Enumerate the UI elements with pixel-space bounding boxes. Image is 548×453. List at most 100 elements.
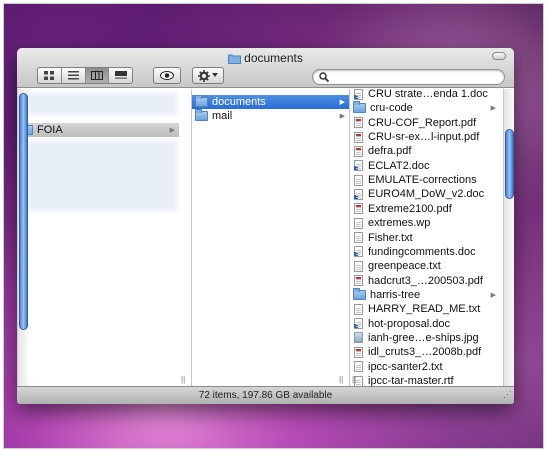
list-item[interactable]: ECLAT2.doc	[350, 159, 500, 173]
quick-look-button[interactable]	[153, 67, 181, 84]
item-label: fundingcomments.doc	[368, 245, 476, 258]
list-item[interactable]: cru-code ▶	[350, 101, 500, 115]
view-mode-switcher	[37, 67, 133, 84]
word-document-icon	[354, 89, 363, 100]
coverflow-view-button[interactable]	[109, 68, 132, 83]
word-document-icon	[354, 188, 363, 200]
folder-icon	[195, 109, 208, 121]
icon-view-button[interactable]	[38, 68, 62, 83]
item-label: mail	[212, 110, 233, 122]
list-item[interactable]: ipcc-santer2.txt	[350, 360, 500, 374]
desktop-background: documents FOIA ▶ || documents ▶ mail ▶ |…	[3, 3, 544, 449]
list-item[interactable]: extremes.wp	[350, 216, 500, 230]
column-1: FOIA ▶ ||	[17, 89, 192, 386]
item-label: ianh-gree…e-ships.jpg	[368, 331, 479, 344]
list-item[interactable]: ianh-gree…e-ships.jpg	[350, 331, 500, 345]
pdf-file-icon	[354, 346, 363, 358]
column-resize-handle[interactable]: ||	[352, 375, 356, 384]
action-menu-button[interactable]	[192, 67, 224, 84]
item-label: CRU-COF_Report.pdf	[368, 116, 477, 129]
window-title: documents	[17, 51, 514, 66]
document-icon	[354, 232, 363, 243]
sidebar-item-foia[interactable]: FOIA ▶	[17, 123, 179, 137]
list-view-icon	[67, 71, 79, 80]
document-icon	[354, 174, 363, 186]
toolbar-toggle-button[interactable]	[492, 52, 506, 60]
list-item[interactable]: EMULATE-corrections	[350, 173, 500, 187]
item-label: HARRY_READ_ME.txt	[368, 303, 481, 316]
list-item-mail[interactable]: mail ▶	[192, 109, 349, 123]
list-item[interactable]: EURO4M_DoW_v2.doc	[350, 187, 500, 201]
item-label: FOIA	[37, 124, 63, 136]
window-title-text: documents	[244, 51, 303, 65]
blurred-region	[27, 93, 177, 115]
list-item[interactable]: CRU-COF_Report.pdf	[350, 116, 500, 130]
item-label: ipcc-santer2.txt	[368, 360, 443, 373]
disclosure-arrow-icon: ▶	[339, 113, 345, 120]
finder-window: documents FOIA ▶ || documents ▶ mail ▶ |…	[17, 48, 514, 404]
list-item[interactable]: HARRY_READ_ME.txt	[350, 302, 500, 316]
search-field[interactable]	[312, 69, 505, 85]
item-label: CRU-sr-ex…l-input.pdf	[368, 131, 480, 144]
pdf-file-icon	[354, 145, 363, 157]
column-1-scrollbar[interactable]	[17, 89, 28, 386]
pdf-file-icon	[354, 275, 363, 287]
document-icon	[354, 303, 363, 315]
blurred-region	[27, 141, 177, 211]
list-item[interactable]: idl_cruts3_…2008b.pdf	[350, 345, 500, 359]
title-bar: documents	[17, 48, 514, 88]
item-label: idl_cruts3_…2008b.pdf	[368, 346, 482, 359]
folder-icon	[228, 53, 242, 67]
list-view-button[interactable]	[62, 68, 86, 83]
column-3-scrollbar[interactable]	[503, 89, 514, 386]
item-label: harris-tree	[370, 288, 421, 301]
list-item[interactable]: Fisher.txt	[350, 231, 500, 245]
list-item[interactable]: CRU-sr-ex…l-input.pdf	[350, 130, 500, 144]
list-item[interactable]: harris-tree ▶	[350, 287, 500, 302]
eye-icon	[160, 71, 174, 80]
folder-icon	[353, 101, 366, 114]
list-item[interactable]: fundingcomments.doc	[350, 245, 500, 259]
column-view-button[interactable]	[85, 68, 110, 83]
item-label: EMULATE-corrections	[368, 174, 477, 187]
item-label: EURO4M_DoW_v2.doc	[368, 188, 485, 201]
disclosure-arrow-icon: ▶	[339, 99, 345, 106]
scroll-thumb[interactable]	[19, 93, 28, 330]
item-label: hadcrut3_…200503.pdf	[368, 274, 483, 287]
item-label: defra.pdf	[368, 145, 412, 158]
item-label: extremes.wp	[368, 217, 431, 230]
list-item-documents[interactable]: documents ▶	[192, 95, 349, 109]
item-label: ipcc-tar-master.rtf	[368, 375, 454, 386]
column-resize-handle[interactable]: ||	[181, 375, 185, 384]
column-3: CRU strate…enda 1.doc cru-code ▶ CRU-COF_Re…	[350, 89, 514, 386]
folder-icon	[353, 287, 366, 300]
column-2: documents ▶ mail ▶ ||	[192, 89, 350, 386]
list-item[interactable]: greenpeace.txt	[350, 259, 500, 273]
item-label: hot-proposal.doc	[368, 317, 450, 330]
search-input[interactable]	[333, 71, 498, 83]
status-bar: 72 items, 197.86 GB available ⋰	[17, 386, 514, 404]
list-item[interactable]: Extreme2100.pdf	[350, 202, 500, 216]
list-item[interactable]: CRU strate…enda 1.doc	[350, 89, 500, 101]
item-label: CRU strate…enda 1.doc	[368, 89, 488, 100]
list-item[interactable]: hadcrut3_…200503.pdf	[350, 274, 500, 288]
list-item[interactable]: defra.pdf	[350, 144, 500, 158]
resize-grip-icon[interactable]: ⋰	[503, 386, 512, 403]
item-label: ECLAT2.doc	[368, 159, 430, 172]
icon-view-icon	[44, 71, 55, 80]
search-icon	[319, 72, 329, 82]
pdf-file-icon	[354, 117, 363, 129]
list-item[interactable]: hot-proposal.doc	[350, 317, 500, 331]
item-label: cru-code	[370, 102, 413, 115]
column-browser: FOIA ▶ || documents ▶ mail ▶ || CRU stra…	[17, 89, 514, 386]
word-document-icon	[354, 160, 363, 172]
status-text: 72 items, 197.86 GB available	[198, 390, 333, 401]
item-label: documents	[212, 96, 266, 108]
document-icon	[354, 260, 363, 272]
list-item[interactable]: ipcc-tar-master.rtf	[350, 374, 500, 386]
scroll-thumb[interactable]	[505, 129, 514, 199]
word-document-icon	[354, 318, 363, 330]
column-resize-handle[interactable]: ||	[339, 375, 343, 384]
gear-icon	[198, 69, 210, 82]
item-label: Fisher.txt	[368, 231, 413, 244]
